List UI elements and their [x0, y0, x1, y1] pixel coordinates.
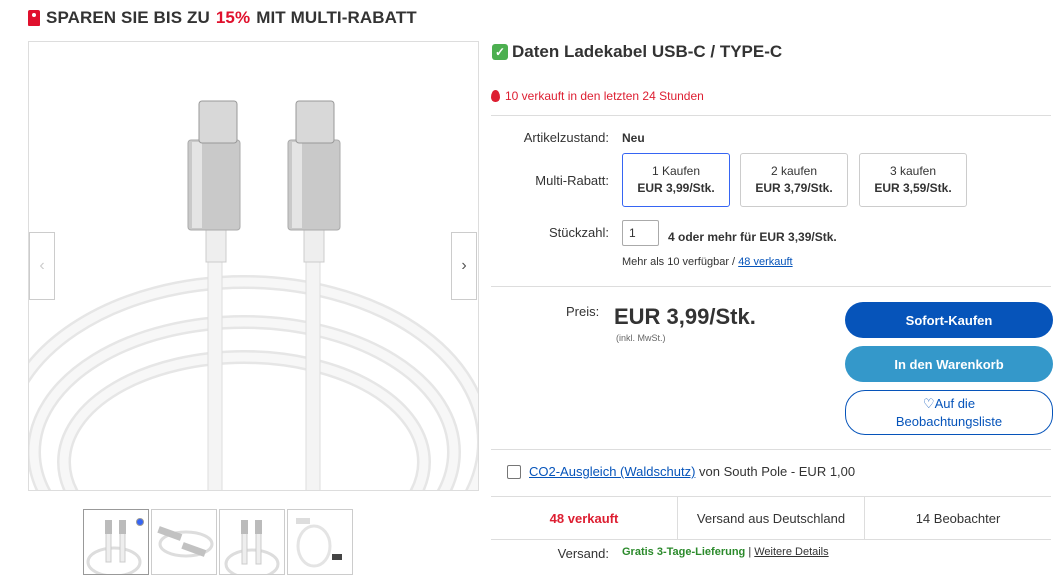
watchers-stat: 14 Beobachter	[864, 497, 1051, 539]
check-mark-icon: ✓	[492, 44, 508, 60]
price-value: EUR 3,99/Stk.	[614, 304, 756, 329]
thumbnail-image	[224, 520, 280, 574]
co2-provider: von South Pole - EUR 1,00	[699, 464, 856, 479]
discount-option-price: EUR 3,79/Stk.	[755, 181, 833, 195]
discount-option-qty: 3 kaufen	[889, 164, 937, 178]
condition-label: Artikelzustand:	[523, 130, 609, 145]
heart-icon: ♡	[922, 395, 935, 411]
watch-label-1: Auf die	[934, 395, 976, 411]
gallery-prev-button[interactable]: ‹	[29, 232, 55, 300]
availability-text: Mehr als 10 verfügbar /	[622, 256, 736, 268]
selected-indicator-icon	[136, 518, 144, 526]
gallery-next-button[interactable]: ›	[451, 232, 477, 300]
chevron-right-icon: ›	[461, 257, 467, 274]
divider	[491, 115, 1051, 116]
divider	[491, 449, 1051, 450]
watch-line-1: ♡Auf die	[923, 395, 975, 413]
usb-c-cable-image	[29, 100, 478, 490]
quantity-label: Stückzahl:	[549, 225, 609, 240]
availability: Mehr als 10 verfügbar / 48 verkauft	[622, 256, 793, 268]
condition-value: Neu	[622, 131, 645, 145]
promo-suffix: MIT MULTI-RABATT	[256, 8, 417, 27]
discount-option-2[interactable]: 2 kaufen EUR 3,79/Stk.	[740, 153, 848, 207]
shipping-info: Gratis 3-Tage-Lieferung | Weitere Detail…	[622, 546, 829, 558]
add-to-cart-button[interactable]: In den Warenkorb	[845, 346, 1053, 382]
shipping-label: Versand:	[557, 546, 609, 561]
product-title: ✓ Daten Ladekabel USB-C / TYPE-C	[492, 42, 782, 62]
main-product-image[interactable]	[28, 41, 479, 491]
thumbnail-1[interactable]	[83, 509, 149, 575]
co2-offset-option: CO2-Ausgleich (Waldschutz) von South Pol…	[507, 464, 855, 479]
shipping-origin-stat: Versand aus Deutschland	[677, 497, 864, 539]
promo-percent: 15%	[215, 8, 251, 27]
add-to-watchlist-button[interactable]: ♡Auf die Beobachtungsliste	[845, 390, 1053, 435]
free-shipping-text: Gratis 3-Tage-Lieferung	[622, 546, 746, 558]
discount-option-price: EUR 3,59/Stk.	[874, 181, 952, 195]
thumbnail-4[interactable]	[287, 509, 353, 575]
co2-checkbox[interactable]	[507, 464, 521, 479]
price-label: Preis:	[566, 304, 600, 319]
thumbnail-image	[296, 518, 342, 568]
discount-option-price: EUR 3,99/Stk.	[637, 181, 715, 195]
discount-option-qty: 1 Kaufen	[651, 164, 701, 178]
divider	[491, 286, 1051, 287]
thumbnail-image	[157, 526, 214, 558]
sold-stat: 48 verkauft	[549, 510, 619, 526]
watch-label-2: Beobachtungsliste	[895, 413, 1003, 429]
thumbnail-2[interactable]	[151, 509, 217, 575]
thumbnail-strip	[83, 509, 353, 575]
shipping-separator: |	[748, 546, 752, 558]
shipping-details-link[interactable]: Weitere Details	[754, 546, 828, 558]
stats-bar: 48 verkauft Versand aus Deutschland 14 B…	[491, 496, 1051, 540]
multi-discount-label: Multi-Rabatt:	[535, 173, 609, 188]
flame-icon	[491, 90, 500, 102]
thumbnail-3[interactable]	[219, 509, 285, 575]
vat-note: (inkl. MwSt.)	[616, 333, 666, 343]
sold-count-link[interactable]: 48 verkauft	[738, 256, 792, 268]
discount-option-qty: 2 kaufen	[770, 164, 818, 178]
product-title-text: Daten Ladekabel USB-C / TYPE-C	[512, 42, 783, 61]
co2-text: CO2-Ausgleich (Waldschutz) von South Pol…	[529, 464, 855, 479]
buy-now-button[interactable]: Sofort-Kaufen	[845, 302, 1053, 338]
quantity-input[interactable]: 1	[622, 220, 659, 246]
co2-link[interactable]: CO2-Ausgleich (Waldschutz)	[529, 464, 695, 479]
quantity-discount-info: 4 oder mehr für EUR 3,39/Stk.	[668, 230, 837, 244]
discount-option-1[interactable]: 1 Kaufen EUR 3,99/Stk.	[622, 153, 730, 207]
recent-sales-notice: 10 verkauft in den letzten 24 Stunden	[491, 89, 704, 103]
recent-sales-text: 10 verkauft in den letzten 24 Stunden	[505, 89, 704, 103]
discount-option-3[interactable]: 3 kaufen EUR 3,59/Stk.	[859, 153, 967, 207]
promo-prefix: SPAREN SIE BIS ZU	[46, 8, 210, 27]
price-tag-icon	[28, 10, 40, 26]
promo-banner: SPAREN SIE BIS ZU 15% MIT MULTI-RABATT	[28, 6, 417, 30]
chevron-left-icon: ‹	[39, 257, 45, 274]
